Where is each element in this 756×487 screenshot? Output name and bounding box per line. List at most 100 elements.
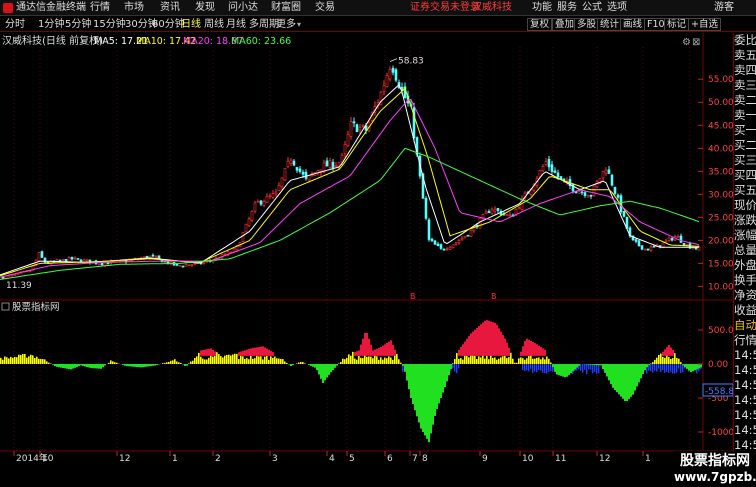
right-ask3: 卖三	[734, 78, 756, 92]
candle-body	[460, 237, 464, 241]
menu-options[interactable]: 选项	[607, 0, 627, 16]
app-title: 通达信金融终端	[16, 2, 86, 13]
indicator-yellow-bar	[276, 358, 278, 364]
menu-service[interactable]: 服务	[557, 0, 577, 16]
indicator-yellow-bar	[258, 356, 260, 364]
indicator-green-segment	[308, 364, 310, 365]
close-icon[interactable]: ⊠	[692, 37, 700, 48]
indicator-green-segment	[608, 364, 610, 381]
candle-body	[610, 174, 614, 186]
candle-body	[547, 158, 551, 168]
date-tick-label: 7	[412, 454, 418, 464]
indicator-yellow-bar	[358, 355, 360, 364]
date-tick-label: 9	[482, 454, 488, 464]
indicator-yellow-bar	[344, 359, 346, 364]
indicator-yellow-bar	[278, 358, 280, 364]
indicator-yellow-bar	[476, 358, 478, 364]
candle-body	[664, 240, 668, 243]
indicator-tick-label: 0.00	[708, 360, 728, 370]
indicator-yellow-bar	[368, 356, 370, 364]
indicator-yellow-bar	[486, 355, 488, 364]
indicator-yellow-bar	[216, 352, 218, 364]
indicator-yellow-bar	[504, 355, 506, 364]
indicator-green-segment	[122, 364, 124, 365]
candle-body	[553, 170, 557, 173]
user-guest[interactable]: 游客	[714, 0, 734, 16]
indicator-yellow-bar	[178, 362, 180, 364]
menu-market[interactable]: 市场	[124, 0, 144, 16]
draw-line-button[interactable]: 画线	[620, 18, 646, 31]
indicator-red-segment	[524, 340, 526, 356]
multi-stock-button[interactable]: 多股	[574, 18, 600, 31]
indicator-red-segment	[662, 351, 664, 356]
indicator-red-segment	[354, 352, 356, 356]
indicator-red-segment	[272, 352, 274, 356]
candle-body	[79, 259, 83, 263]
period-intraday[interactable]: 分时	[5, 17, 25, 32]
indicator-blue-bar	[670, 364, 672, 372]
period-weekly[interactable]: 周线	[204, 17, 224, 32]
candle-body	[331, 161, 335, 169]
indicator-green-segment	[92, 364, 94, 369]
right-auto[interactable]: 自动	[734, 318, 756, 333]
settings-gear-icon[interactable]: ⚙	[682, 37, 691, 48]
candle-body	[40, 251, 44, 258]
indicator-green-segment	[70, 364, 72, 370]
period-15min[interactable]: 15分钟	[93, 17, 126, 32]
stock-chart[interactable]: 55.0050.0045.0040.0035.0030.0025.0020.00…	[0, 33, 756, 487]
more-dropdown-icon[interactable]: ▾	[297, 17, 301, 32]
stats-button[interactable]: 统计	[597, 18, 623, 31]
candle-body	[70, 256, 74, 260]
menu-ask-xiaoda[interactable]: 问小达	[228, 0, 258, 16]
indicator-blue-bar	[452, 364, 454, 369]
app-logo-icon	[3, 3, 13, 13]
menu-fortune-circle[interactable]: 财富圈	[271, 0, 301, 16]
indicator-red-segment	[484, 320, 486, 356]
panel-toggle-icon[interactable]	[1, 302, 10, 311]
indicator-red-segment	[212, 349, 214, 356]
indicator-yellow-bar	[226, 354, 228, 364]
candle-body	[256, 200, 260, 203]
period-more[interactable]: 更多	[276, 17, 296, 32]
indicator-yellow-bar	[372, 358, 374, 364]
indicator-red-segment	[368, 338, 370, 356]
period-60min[interactable]: 60分钟	[152, 17, 185, 32]
indicator-green-segment	[88, 364, 90, 368]
period-1min[interactable]: 1分钟	[38, 17, 64, 32]
indicator-yellow-bar	[6, 357, 8, 364]
period-5min[interactable]: 5分钟	[65, 17, 91, 32]
indicator-yellow-bar	[452, 363, 454, 364]
mark-button[interactable]: 标记	[664, 18, 690, 31]
indicator-red-segment	[270, 350, 272, 356]
candle-body	[298, 168, 302, 172]
candle-body	[292, 160, 296, 166]
indicator-green-segment	[568, 364, 570, 375]
indicator-yellow-bar	[222, 357, 224, 364]
indicator-green-segment	[432, 364, 434, 425]
menu-formula[interactable]: 公式	[582, 0, 602, 16]
period-daily[interactable]: 日线	[181, 17, 201, 32]
right-ask2: 卖二	[734, 93, 756, 107]
restore-rights-button[interactable]: 复权	[527, 18, 553, 31]
menu-news[interactable]: 资讯	[160, 0, 180, 16]
menu-function[interactable]: 功能	[532, 0, 552, 16]
candle-body	[352, 121, 356, 124]
login-notice[interactable]: 证券交易未登录	[410, 0, 480, 16]
indicator-red-segment	[376, 348, 378, 356]
stock-link[interactable]: 汉威科技	[472, 0, 512, 16]
menu-trade[interactable]: 交易	[315, 0, 335, 16]
period-multi[interactable]: 多周期	[249, 17, 279, 32]
add-watchlist-button[interactable]: +自选	[688, 18, 721, 31]
indicator-yellow-bar	[466, 355, 468, 364]
menu-quotes[interactable]: 行情	[90, 0, 110, 16]
indicator-yellow-bar	[480, 357, 482, 364]
indicator-red-segment	[202, 349, 204, 356]
indicator-yellow-bar	[8, 358, 10, 364]
right-market[interactable]: 行情	[734, 333, 756, 348]
indicator-yellow-bar	[670, 358, 672, 364]
indicator-yellow-bar	[208, 357, 210, 364]
indicator-green-segment	[592, 364, 594, 365]
indicator-yellow-bar	[678, 358, 680, 364]
period-monthly[interactable]: 月线	[226, 17, 246, 32]
menu-discover[interactable]: 发现	[195, 0, 215, 16]
